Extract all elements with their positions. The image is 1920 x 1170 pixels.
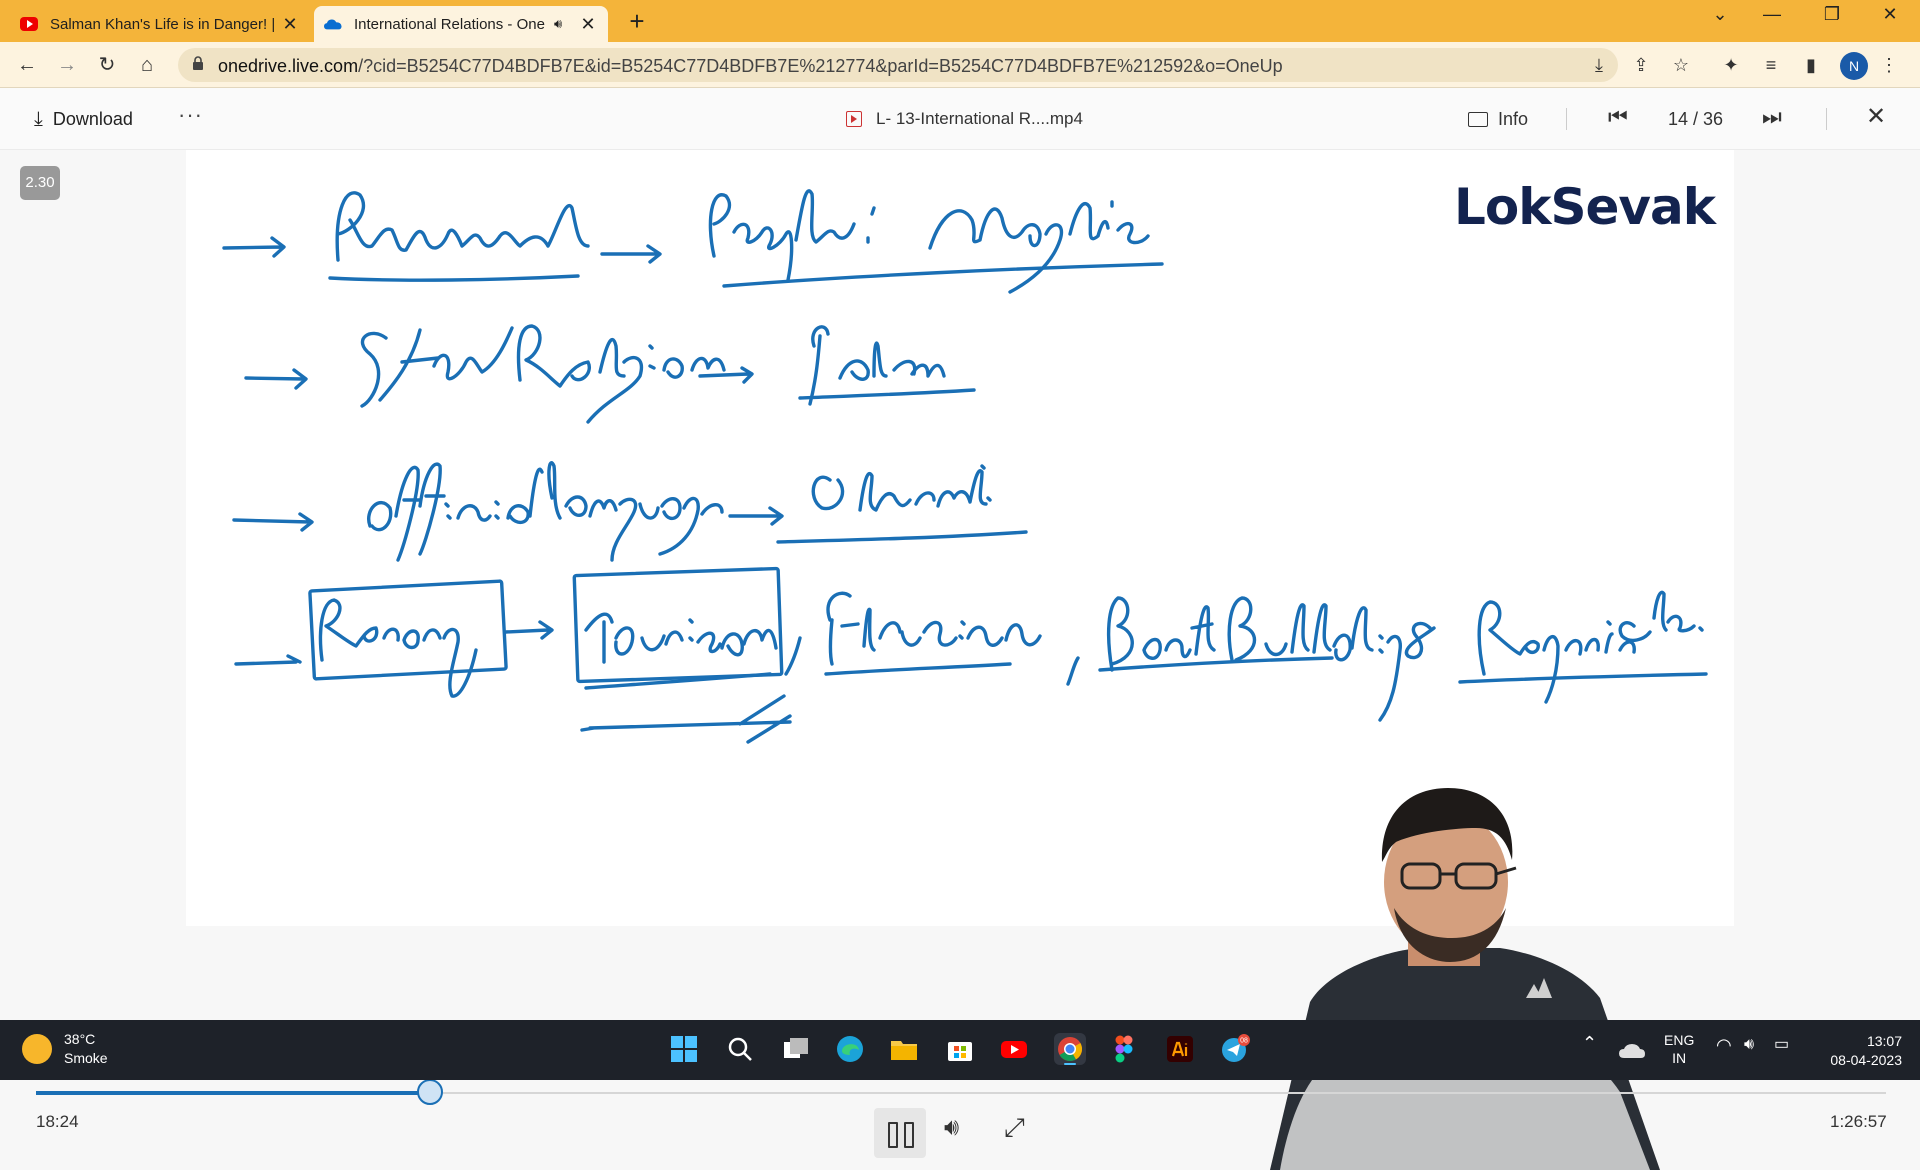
reload-button[interactable]: ↻ (92, 50, 122, 80)
lock-icon (193, 56, 203, 70)
divider (1566, 108, 1567, 130)
lang-code: ENG (1664, 1032, 1695, 1048)
onedrive-icon (324, 19, 342, 30)
speaker-icon[interactable]: 🔊︎ (1744, 1036, 1754, 1054)
sun-haze-icon (22, 1034, 52, 1064)
download-button[interactable]: ⤓ Download (34, 108, 133, 131)
close-tab-icon[interactable]: ✕ (578, 14, 598, 35)
info-button[interactable]: Info (1468, 109, 1528, 130)
temperature: 38°C (64, 1031, 96, 1047)
share-icon[interactable]: ⇪ (1628, 52, 1654, 78)
close-tab-icon[interactable]: ✕ (280, 14, 300, 35)
side-panel-icon[interactable]: ▮ (1798, 52, 1824, 78)
fullscreen-icon[interactable]: ⤢ (1004, 1112, 1025, 1144)
next-item-icon[interactable]: ⏭︎ (1762, 104, 1782, 130)
seek-progress (36, 1091, 430, 1095)
extensions-icon[interactable]: ✦ (1718, 52, 1744, 78)
seek-handle[interactable] (417, 1079, 443, 1105)
clock-time: 13:07 (1866, 1033, 1902, 1049)
youtube-app-icon[interactable] (998, 1033, 1030, 1065)
total-duration: 1:26:57 (1830, 1112, 1887, 1131)
audio-playing-icon[interactable]: 🔊︎ (554, 16, 572, 32)
bookmark-star-icon[interactable]: ☆ (1668, 52, 1694, 78)
file-explorer-icon[interactable] (888, 1033, 920, 1065)
browser-tabstrip: Salman Khan's Life is in Danger! | ✕ Int… (0, 0, 1920, 42)
download-icon: ⤓ (34, 108, 43, 130)
close-window-button[interactable]: ✕ (1870, 4, 1910, 25)
system-clock[interactable]: 13:07 08-04-2023 (1818, 1032, 1902, 1070)
wifi-icon[interactable]: ◠ (1716, 1036, 1732, 1054)
address-toolbar: ← → ↻ ⌂ onedrive.live.com/?cid=B5254C77D… (0, 42, 1920, 88)
new-tab-button[interactable]: + (622, 6, 652, 37)
presenter-video (1270, 788, 1660, 1170)
pause-button[interactable] (874, 1108, 926, 1158)
back-button[interactable]: ← (12, 50, 42, 80)
tab-search-icon[interactable]: ⌄ (1700, 4, 1740, 25)
task-view-icon[interactable] (780, 1033, 812, 1065)
battery-icon[interactable]: ▭ (1774, 1036, 1789, 1054)
illustrator-icon[interactable] (1164, 1033, 1196, 1065)
tab-onedrive[interactable]: International Relations - One 🔊︎ ✕ (314, 6, 608, 42)
weather-widget[interactable]: 38°C Smoke (22, 1030, 108, 1068)
chrome-icon[interactable] (1054, 1033, 1086, 1065)
microsoft-store-icon[interactable] (944, 1033, 976, 1065)
current-time: 18:24 (36, 1112, 79, 1131)
region-code: IN (1672, 1050, 1687, 1066)
divider (1826, 108, 1827, 130)
onedrive-cloud-icon[interactable] (1616, 1036, 1648, 1068)
figma-icon[interactable] (1108, 1033, 1140, 1065)
install-app-icon[interactable]: ⤓ (1586, 52, 1612, 78)
info-icon (1468, 112, 1488, 127)
tab-title: Salman Khan's Life is in Danger! | (50, 15, 276, 33)
download-label: Download (52, 109, 133, 129)
profile-avatar[interactable]: N (1840, 52, 1868, 80)
telegram-icon[interactable]: 08 (1218, 1033, 1250, 1065)
info-label: Info (1498, 109, 1529, 129)
minimize-button[interactable]: — (1752, 4, 1792, 25)
more-options-button[interactable]: ··· (178, 102, 203, 128)
file-name: L- 13-International R....mp4 (846, 109, 1083, 129)
forward-button[interactable]: → (52, 50, 82, 80)
telegram-badge: 08 (1240, 1038, 1248, 1045)
show-hidden-icons-chevron[interactable]: ⌃ (1582, 1034, 1597, 1052)
url-host: onedrive.live.com (218, 56, 359, 76)
viewer-header: ⤓ Download ··· L- 13-International R....… (0, 88, 1920, 150)
weather-condition: Smoke (64, 1050, 108, 1066)
url-path: /?cid=B5254C77D4BDFB7E&id=B5254C77D4BDFB… (358, 56, 1283, 76)
windows-start-icon[interactable] (668, 1033, 700, 1065)
url-bar[interactable]: onedrive.live.com/?cid=B5254C77D4BDFB7E&… (178, 48, 1618, 82)
volume-icon[interactable]: 🔊︎ (944, 1114, 959, 1142)
tab-youtube[interactable]: Salman Khan's Life is in Danger! | ✕ (10, 6, 310, 42)
item-counter: 14 / 36 (1668, 109, 1724, 129)
taskbar: 38°C Smoke 08 ⌃ ENG IN ◠ 🔊︎ ▭ 13:07 08-0… (0, 1020, 1920, 1080)
search-icon[interactable] (724, 1033, 756, 1065)
tab-title: International Relations - One (354, 15, 545, 33)
close-viewer-button[interactable]: ✕ (1866, 102, 1886, 131)
media-control-icon[interactable]: ≡ (1758, 52, 1784, 78)
clock-date: 08-04-2023 (1830, 1052, 1902, 1068)
menu-icon[interactable]: ⋮ (1876, 52, 1902, 78)
file-name-text: L- 13-International R....mp4 (876, 109, 1083, 128)
edge-icon[interactable] (834, 1033, 866, 1065)
language-indicator[interactable]: ENG IN (1664, 1031, 1694, 1067)
restore-button[interactable]: ❐ (1812, 4, 1852, 25)
video-player[interactable]: 2.30 LokSevak 18:24 1:26:57 🔊︎ ⤢ (0, 150, 1920, 1170)
url-text: onedrive.live.com/?cid=B5254C77D4BDFB7E&… (218, 56, 1283, 77)
youtube-icon (20, 17, 38, 31)
home-button[interactable]: ⌂ (132, 50, 162, 80)
video-file-icon (846, 111, 862, 127)
previous-item-icon[interactable]: ⏮︎ (1608, 104, 1628, 130)
